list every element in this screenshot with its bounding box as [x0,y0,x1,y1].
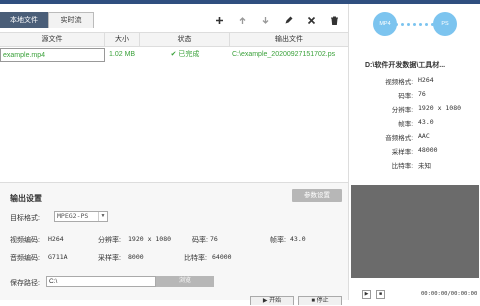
video-bitrate-value: 76 [210,235,218,243]
info-key: 帧率: [398,121,413,128]
chevron-down-icon: ▼ [98,212,107,221]
edit-button[interactable] [277,12,300,28]
file-table: 源文件 大小 状态 输出文件 example.mp4 1.02 MB ✔ 已完成… [0,32,348,182]
clear-button[interactable] [323,12,346,28]
info-value: 43.0 [418,118,434,126]
samplerate-label: 采样率: [98,255,121,262]
info-value: 48000 [418,146,438,154]
save-path-label: 保存路径: [10,280,40,287]
start-button[interactable]: ▶ 开始 [250,296,294,305]
target-format-select[interactable]: MPEG2-PS ▼ [54,211,108,222]
video-codec-value: H264 [48,235,64,243]
arrow-up-icon [239,16,246,24]
info-value: 未知 [418,162,431,170]
dot [407,23,410,26]
cell-size: 1.02 MB [109,51,136,58]
browse-button[interactable]: 浏览 [156,276,214,287]
save-path-value: C:\ [49,278,58,285]
col-size[interactable]: 大小 [105,33,140,47]
dot [413,23,416,26]
table-header: 源文件 大小 状态 输出文件 [0,33,348,47]
table-row[interactable]: example.mp4 1.02 MB ✔ 已完成 C:\example_202… [0,48,348,62]
stop-icon: ■ [378,291,383,297]
dot [419,23,422,26]
player-controls: ▶ ■ 00:00:00/00:00:00 [349,290,480,300]
col-output[interactable]: 输出文件 [230,33,348,47]
info-key: 比特率: [391,163,413,170]
move-up-button[interactable] [231,12,254,28]
info-value: 76 [418,90,426,98]
progress-dots [395,23,434,26]
save-path-input[interactable]: C:\ [46,276,156,287]
add-file-button[interactable] [208,12,231,28]
tab-live-stream[interactable]: 实时流 [48,12,94,28]
framerate-value: 43.0 [290,235,306,243]
source-format-badge: MP4 [373,12,397,36]
info-key: 采样率: [391,149,413,156]
delete-icon [307,16,316,24]
resolution-value: 1920 x 1080 [128,235,172,243]
cell-source: example.mp4 [0,48,105,62]
toolbar [208,12,346,28]
params-button[interactable]: 参数设置 [292,189,342,202]
audio-bitrate-value: 64000 [212,253,232,261]
move-down-button[interactable] [254,12,277,28]
samplerate-value: 8000 [128,253,144,261]
video-bitrate-label: 码率: [192,237,208,244]
plus-icon [216,16,223,24]
info-key: 视频格式: [385,79,413,86]
audio-codec-label: 音频编码: [10,255,40,262]
dot [401,23,404,26]
playback-time: 00:00:00/00:00:00 [421,291,478,297]
dot [395,23,398,26]
info-key: 分辨率: [391,107,413,114]
left-panel: 本地文件 实时流 源文件 大小 状态 输出文件 example.mp4 1.02… [0,4,348,305]
info-value: H264 [418,76,434,84]
remove-button[interactable] [300,12,323,28]
cell-status: ✔ 已完成 [140,48,230,62]
settings-title: 输出设置 [10,194,42,203]
audio-codec-value: G711A [48,253,68,261]
play-button[interactable]: ▶ [362,290,371,299]
conversion-indicator: MP4 PS [349,10,480,44]
output-settings: 输出设置 参数设置 目标格式: MPEG2-PS ▼ 视频编码: H264 分辨… [0,182,348,305]
dot [425,23,428,26]
trash-icon [331,16,338,25]
resolution-label: 分辨率: [98,237,121,244]
play-icon: ▶ [364,291,369,297]
tab-local-files[interactable]: 本地文件 [0,12,48,28]
edit-icon [285,16,293,23]
status-text: 已完成 [178,51,200,58]
col-status[interactable]: 状态 [140,33,230,47]
arrow-down-icon [262,16,269,24]
target-format-label: 目标格式: [10,215,40,222]
start-label: 开始 [269,298,282,304]
info-key: 码率: [398,93,413,100]
info-value: 1920 x 1080 [418,104,462,112]
target-format-badge: PS [433,12,457,36]
cell-output: C:\example_20200927151702.ps [232,51,336,58]
stop-playback-button[interactable]: ■ [376,290,385,299]
source-path: D:\软件开发数据\工具材... [365,62,446,69]
info-value: AAC [418,132,430,140]
framerate-label: 帧率: [270,237,286,244]
info-key: 音频格式: [385,135,413,142]
stop-button[interactable]: ■ 停止 [298,296,342,305]
video-preview[interactable] [351,185,479,278]
target-format-value: MPEG2-PS [57,212,89,220]
stop-label: 停止 [316,298,329,304]
video-codec-label: 视频编码: [10,237,40,244]
col-source[interactable]: 源文件 [0,33,105,47]
audio-bitrate-label: 比特率: [184,255,207,262]
preview-panel: MP4 PS D:\软件开发数据\工具材... 视频格式: H264 码率: 76 … [348,4,480,300]
